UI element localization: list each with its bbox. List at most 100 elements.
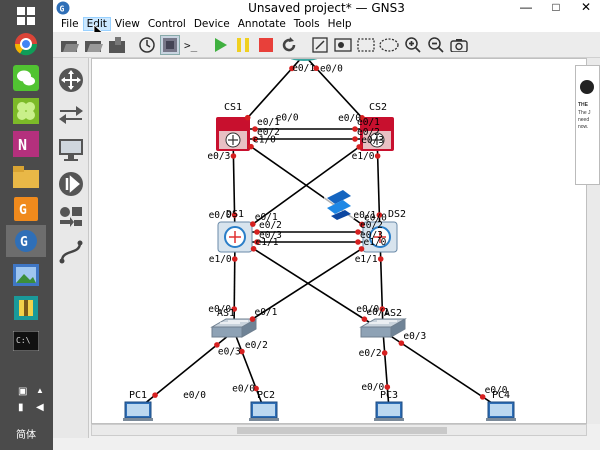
browse-switches-icon[interactable] (57, 100, 85, 128)
network-icon[interactable]: ▣ (18, 386, 27, 397)
port-dot-ds2 (377, 256, 384, 262)
node-as1[interactable] (210, 318, 258, 338)
menu-file[interactable]: File (57, 17, 83, 31)
chrome-icon[interactable] (6, 28, 46, 60)
interface-label-as1: e0/3 (218, 347, 241, 358)
interface-label-as1: e0/1 (254, 307, 277, 318)
interface-label-cs2: e0/3 (361, 135, 384, 146)
browse-all-devices-icon[interactable] (57, 203, 85, 231)
interface-label-ds2: e1/1 (355, 254, 378, 265)
node-ds1[interactable] (217, 221, 253, 253)
minimize-button[interactable]: — (512, 0, 540, 16)
topology-drawing: e0/0e0/0e0/1e0/0e0/1 e0/1e0/2 e0/2e0/3e0/0… (123, 59, 516, 421)
reload-all-icon[interactable] (279, 35, 299, 55)
popup-line-1: The J (578, 110, 591, 116)
svg-text:N: N (18, 136, 27, 154)
popup-line-3: now. (578, 124, 589, 130)
menu-annotate[interactable]: Annotate (234, 17, 290, 31)
interface-label-ds1: e1/1 (256, 237, 279, 248)
image-viewer-icon[interactable] (6, 259, 46, 291)
interface-label-as1: e0/2 (245, 340, 268, 351)
ime-indicator[interactable]: 简体 (16, 426, 36, 441)
menu-view[interactable]: View (111, 17, 144, 31)
interface-label-top: e0/1 (292, 63, 315, 74)
start-all-icon[interactable] (211, 35, 231, 55)
gns3-window: G Unsaved project* — GNS3 — □ ✕ File Edi… (53, 0, 600, 450)
port-dot-cs1 (244, 114, 251, 121)
stop-all-icon[interactable] (256, 35, 276, 55)
windows-taskbar: N G G C:\ ▣ ▲ ▮ ◀ 简体 (0, 0, 53, 450)
node-label-ds1: DS1 (226, 209, 244, 220)
show-interface-labels-icon[interactable] (160, 35, 180, 55)
top-core-device[interactable] (286, 59, 322, 61)
interface-label-ds1: e1/0 (209, 254, 232, 265)
watermark-logo-icon (324, 189, 354, 220)
menu-tools[interactable]: Tools (290, 17, 324, 31)
node-label-cs1: CS1 (224, 102, 242, 113)
add-note-icon[interactable] (310, 35, 330, 55)
add-link-icon[interactable] (57, 238, 85, 266)
snapshot-clock-icon[interactable] (137, 35, 157, 55)
svg-text:G: G (20, 235, 28, 250)
interface-label-ds2: e1/0 (364, 237, 387, 248)
node-label-pc4: PC4 (492, 390, 510, 401)
browse-routers-icon[interactable] (57, 66, 85, 94)
zoom-in-icon[interactable] (403, 35, 423, 55)
port-dot-as2 (381, 350, 388, 356)
console-icon[interactable]: C:\ (6, 325, 46, 357)
open-recent-icon[interactable] (84, 35, 104, 55)
links-layer (137, 59, 502, 410)
node-label-cs2: CS2 (369, 102, 387, 113)
port-dot-pc1 (152, 392, 158, 398)
interface-label-cs1: e1/0 (253, 135, 276, 146)
node-label-as1: AS1 (217, 308, 235, 319)
node-label-pc1: PC1 (129, 390, 147, 401)
browse-security-devices-icon[interactable] (57, 170, 85, 198)
maximize-button[interactable]: □ (542, 0, 570, 16)
folder-icon[interactable] (6, 161, 46, 193)
menu-help[interactable]: Help (324, 17, 356, 31)
insert-picture-icon[interactable] (333, 35, 353, 55)
draw-ellipse-icon[interactable] (379, 35, 399, 55)
tray-expand-icon[interactable]: ▲ (36, 386, 44, 395)
suspend-all-icon[interactable] (233, 35, 253, 55)
wechat-icon[interactable] (6, 62, 46, 94)
gns3-icon[interactable]: G (6, 225, 46, 257)
menu-control[interactable]: Control (144, 17, 190, 31)
archive-icon[interactable] (6, 292, 46, 324)
onenote-icon[interactable]: N (6, 128, 46, 160)
popup-title: THE (578, 102, 588, 108)
console-all-icon[interactable]: >_ (183, 35, 203, 55)
interface-label-as2: e0/0 (356, 304, 379, 315)
pdf-icon[interactable]: G (6, 193, 46, 225)
node-label-pc3: PC3 (380, 390, 398, 401)
node-pc1[interactable] (123, 401, 153, 421)
interface-label-pc2: e0/0 (232, 383, 255, 394)
save-project-icon[interactable] (108, 35, 128, 55)
interface-label-as2: e0/2 (359, 348, 382, 359)
open-project-icon[interactable] (60, 35, 80, 55)
node-pc3[interactable] (374, 401, 404, 421)
horizontal-scrollbar[interactable] (91, 424, 587, 436)
browse-end-devices-icon[interactable] (57, 136, 85, 164)
horizontal-scroll-thumb[interactable] (237, 427, 447, 434)
screenshot-icon[interactable] (449, 35, 469, 55)
interface-label-cs2: e1/0 (352, 151, 375, 162)
node-pc2[interactable] (249, 401, 279, 421)
node-pc4[interactable] (486, 401, 516, 421)
popup-avatar-icon (580, 80, 594, 94)
clover-icon[interactable] (6, 95, 46, 127)
node-label-as2: AS2 (384, 308, 402, 319)
close-button[interactable]: ✕ (572, 0, 600, 16)
draw-rectangle-icon[interactable] (356, 35, 376, 55)
zoom-out-icon[interactable] (426, 35, 446, 55)
node-cs1[interactable] (216, 117, 250, 151)
topology-canvas[interactable]: e0/0 e0/0 e0/1 e0/0 e0/1 e0/1 e0/2 e0/2 e0/3 e0/0… (91, 58, 587, 424)
svg-text:C:\: C:\ (16, 336, 31, 345)
menu-device[interactable]: Device (190, 17, 234, 31)
side-popup-panel[interactable]: THE The J need now. (575, 65, 600, 185)
volume-icon[interactable]: ◀ (36, 402, 44, 413)
port-dot-ds1 (231, 256, 238, 262)
battery-icon[interactable]: ▮ (18, 402, 24, 413)
nodes-layer (123, 59, 516, 421)
